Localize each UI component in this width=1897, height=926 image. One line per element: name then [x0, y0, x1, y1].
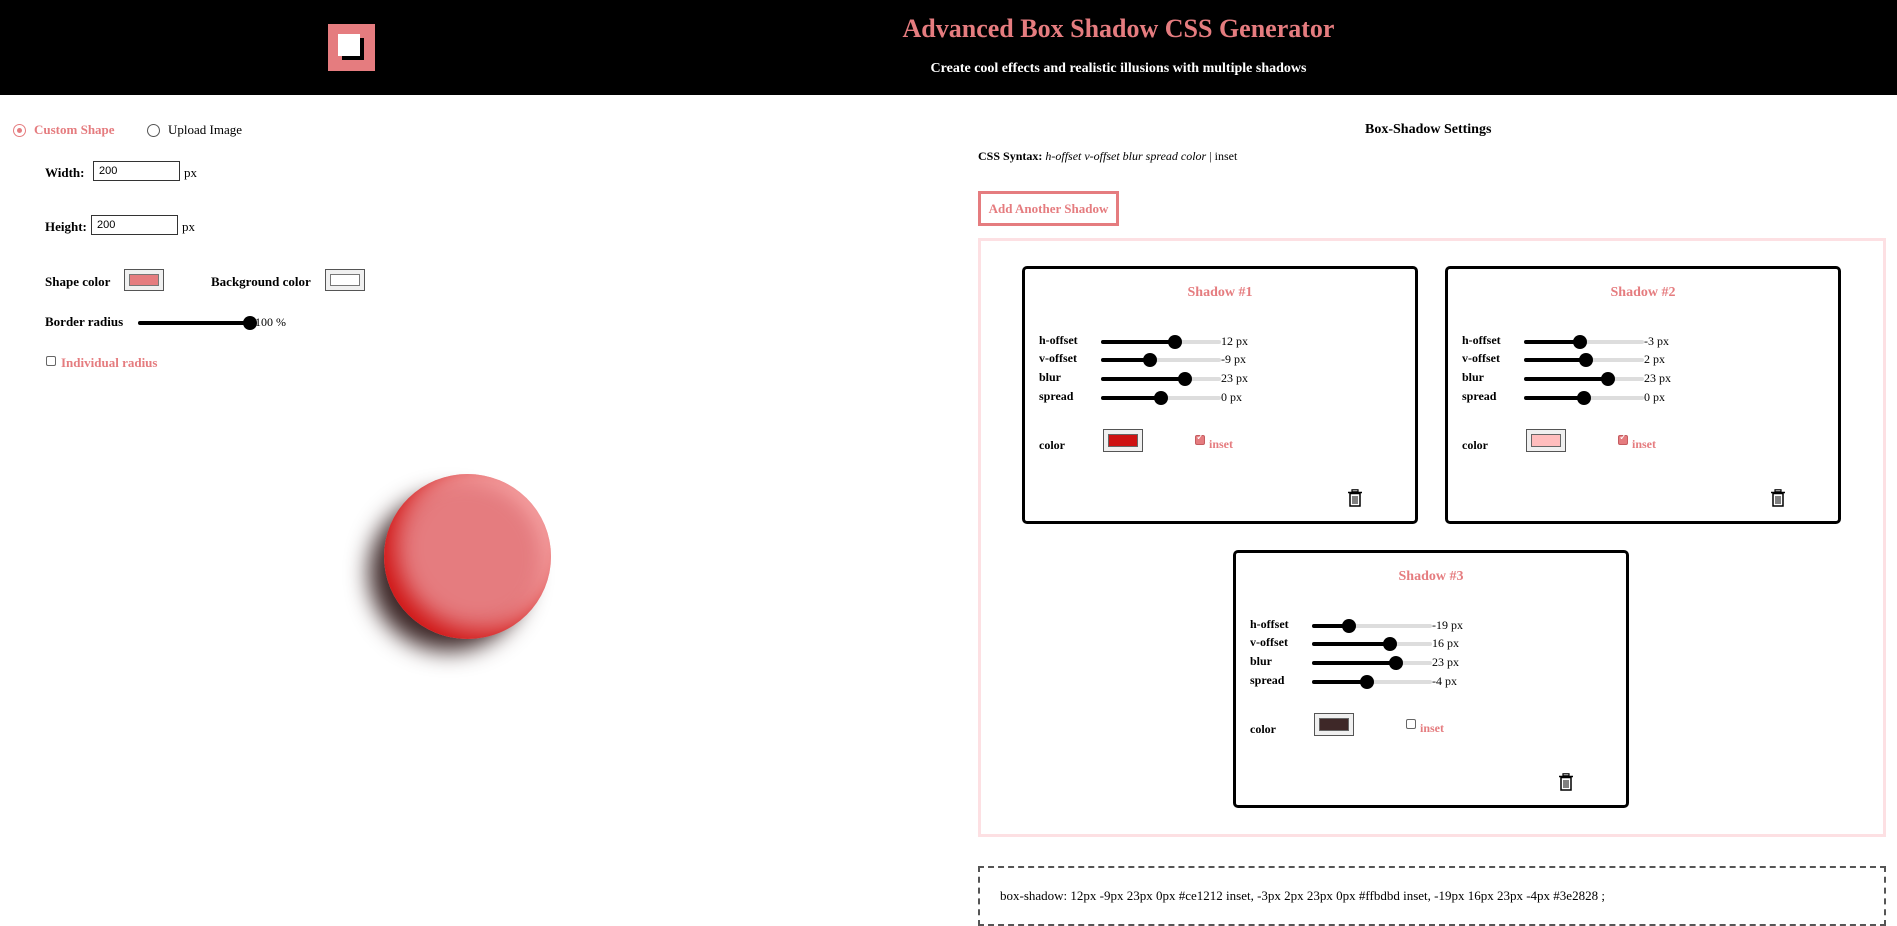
v-offset-label: v-offset [1462, 351, 1500, 365]
css-output-text[interactable]: box-shadow: 12px -9px 23px 0px #ce1212 i… [1000, 888, 1605, 904]
inset-checkbox[interactable] [1406, 719, 1416, 729]
syntax-label: CSS Syntax: [978, 149, 1043, 163]
border-radius-value: 100 % [255, 315, 286, 329]
blur-value: 23 px [1432, 655, 1459, 669]
blur-label: blur [1462, 370, 1485, 384]
shadow-color-picker[interactable] [1314, 713, 1354, 736]
h-offset-value: -19 px [1432, 618, 1463, 632]
inset-checkbox[interactable] [1195, 432, 1205, 445]
spread-value: 0 px [1221, 390, 1242, 404]
shadow-color-picker[interactable] [1103, 429, 1143, 452]
v-offset-slider[interactable] [1312, 636, 1432, 652]
inset-label[interactable]: inset [1209, 437, 1233, 452]
border-radius-slider[interactable] [138, 315, 257, 331]
background-color-label: Background color [211, 274, 311, 289]
width-input[interactable] [93, 161, 180, 181]
shadow-title: Shadow #2 [1610, 285, 1676, 300]
upload-image-label[interactable]: Upload Image [168, 122, 242, 138]
inset-checkbox[interactable] [1618, 432, 1628, 445]
shadow-color-label: color [1250, 722, 1276, 736]
syntax-inset: inset [1214, 149, 1238, 163]
add-shadow-button[interactable]: Add Another Shadow [978, 191, 1119, 226]
blur-label: blur [1039, 370, 1062, 384]
spread-slider[interactable] [1312, 674, 1432, 690]
custom-shape-radio[interactable] [13, 124, 26, 137]
width-label: Width: [45, 165, 85, 180]
h-offset-value: -3 px [1644, 334, 1669, 348]
spread-label: spread [1039, 389, 1074, 403]
blur-label: blur [1250, 654, 1273, 668]
spread-value: -4 px [1432, 674, 1457, 688]
shadow-title: Shadow #1 [1187, 285, 1253, 300]
h-offset-value: 12 px [1221, 334, 1248, 348]
h-offset-slider[interactable] [1524, 334, 1644, 350]
blur-slider[interactable] [1524, 371, 1644, 387]
h-offset-slider[interactable] [1312, 618, 1432, 634]
page-subtitle: Create cool effects and realistic illusi… [930, 61, 1307, 76]
spread-label: spread [1462, 389, 1497, 403]
v-offset-value: 16 px [1432, 636, 1459, 650]
v-offset-slider[interactable] [1101, 352, 1221, 368]
blur-value: 23 px [1644, 371, 1671, 385]
shadow-card-3: Shadow #3 h-offset -19 px v-offset 16 px… [1233, 550, 1629, 808]
header: Advanced Box Shadow CSS Generator Create… [0, 0, 1897, 95]
v-offset-label: v-offset [1250, 635, 1288, 649]
height-unit: px [182, 219, 195, 234]
settings-title: Box-Shadow Settings [1365, 122, 1492, 137]
h-offset-slider[interactable] [1101, 334, 1221, 350]
shadow-color-label: color [1039, 438, 1065, 452]
syntax-params: h-offset v-offset blur spread color [1045, 149, 1207, 163]
background-color-picker[interactable] [325, 269, 365, 291]
syntax-separator: | [1206, 149, 1215, 163]
v-offset-label: v-offset [1039, 351, 1077, 365]
inset-label[interactable]: inset [1420, 721, 1444, 736]
shadow-card-1: Shadow #1 h-offset 12 px v-offset -9 px … [1022, 266, 1418, 524]
v-offset-value: -9 px [1221, 352, 1246, 366]
v-offset-slider[interactable] [1524, 352, 1644, 368]
spread-label: spread [1250, 673, 1285, 687]
individual-radius-checkbox[interactable] [46, 356, 56, 366]
trash-icon[interactable] [1347, 489, 1363, 507]
blur-slider[interactable] [1101, 371, 1221, 387]
css-syntax: CSS Syntax: h-offset v-offset blur sprea… [978, 149, 1237, 164]
custom-shape-label[interactable]: Custom Shape [34, 122, 115, 138]
inset-label[interactable]: inset [1632, 437, 1656, 452]
blur-slider[interactable] [1312, 655, 1432, 671]
shadow-color-label: color [1462, 438, 1488, 452]
blur-value: 23 px [1221, 371, 1248, 385]
spread-slider[interactable] [1101, 390, 1221, 406]
preview-shape [384, 474, 551, 639]
h-offset-label: h-offset [1462, 333, 1501, 347]
h-offset-label: h-offset [1039, 333, 1078, 347]
trash-icon[interactable] [1558, 773, 1574, 791]
trash-icon[interactable] [1770, 489, 1786, 507]
v-offset-value: 2 px [1644, 352, 1665, 366]
shape-color-picker[interactable] [124, 269, 164, 291]
shadow-title: Shadow #3 [1398, 569, 1464, 584]
individual-radius-label[interactable]: Individual radius [61, 355, 157, 371]
css-output: box-shadow: 12px -9px 23px 0px #ce1212 i… [978, 866, 1886, 926]
h-offset-label: h-offset [1250, 617, 1289, 631]
spread-value: 0 px [1644, 390, 1665, 404]
width-unit: px [184, 165, 197, 180]
shape-color-label: Shape color [45, 274, 111, 289]
height-label: Height: [45, 219, 87, 234]
shadow-color-picker[interactable] [1526, 429, 1566, 452]
height-input[interactable] [91, 215, 178, 235]
shadow-card-2: Shadow #2 h-offset -3 px v-offset 2 px b… [1445, 266, 1841, 524]
upload-image-radio[interactable] [147, 124, 160, 137]
border-radius-label: Border radius [45, 314, 124, 329]
spread-slider[interactable] [1524, 390, 1644, 406]
page-title: Advanced Box Shadow CSS Generator [902, 14, 1335, 43]
